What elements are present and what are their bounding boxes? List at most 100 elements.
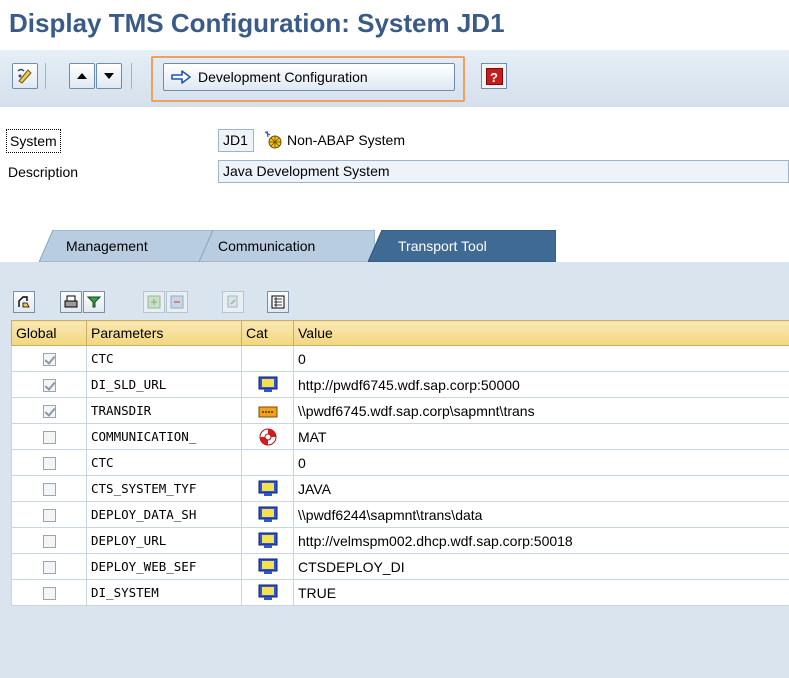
global-checkbox[interactable] <box>42 353 56 367</box>
system-parameter-icon <box>258 406 278 418</box>
layout-icon <box>271 295 285 309</box>
filter-button[interactable] <box>83 291 105 313</box>
display-change-button[interactable] <box>12 63 38 89</box>
move-down-button[interactable] <box>96 63 122 89</box>
parameter-cell: DI_SYSTEM <box>86 579 242 606</box>
description-field: Java Development System <box>218 160 789 183</box>
details-button[interactable] <box>13 291 35 313</box>
value-cell: \\pwdf6745.wdf.sap.corp\sapmnt\trans <box>293 397 789 424</box>
table-row[interactable]: CTS_SYSTEM_TYF JAVA <box>11 475 789 502</box>
global-checkbox[interactable] <box>42 379 56 393</box>
parameter-cell: COMMUNICATION_ <box>86 423 242 450</box>
move-down-icon <box>104 73 114 79</box>
value-cell: CTSDEPLOY_DI <box>293 553 789 580</box>
display-change-icon <box>17 68 32 84</box>
global-checkbox[interactable] <box>42 431 56 445</box>
tab-communication-label: Communication <box>218 238 316 254</box>
table-row[interactable]: TRANSDIR \\pwdf6745.wdf.sap.corp\sapmnt\t… <box>11 397 789 424</box>
filter-icon <box>87 296 101 308</box>
user-parameter-icon <box>258 584 278 602</box>
development-configuration-button[interactable]: Development Configuration <box>163 63 455 91</box>
cat-cell <box>241 475 294 502</box>
copy-icon <box>227 295 238 308</box>
column-header-global[interactable]: Global <box>11 320 87 346</box>
page-title: Display TMS Configuration: System JD1 <box>9 8 505 38</box>
parameter-cell: TRANSDIR <box>86 397 242 424</box>
global-checkbox[interactable] <box>42 457 56 471</box>
print-button[interactable] <box>60 291 82 313</box>
print-icon <box>64 295 78 308</box>
layout-button[interactable] <box>267 291 289 313</box>
global-cell <box>11 553 87 580</box>
table-row[interactable]: CTC 0 <box>11 345 789 372</box>
development-configuration-label: Development Configuration <box>198 69 368 85</box>
tab-management[interactable]: Management <box>39 230 214 262</box>
cat-cell <box>241 449 294 476</box>
help-icon: ? <box>485 67 503 85</box>
global-checkbox[interactable] <box>42 587 56 601</box>
user-parameter-icon <box>258 532 278 550</box>
global-cell <box>11 397 87 424</box>
expand-button[interactable] <box>143 291 165 313</box>
value-cell: \\pwdf6244\sapmnt\trans\data <box>293 501 789 528</box>
cat-cell <box>241 579 294 606</box>
cat-cell <box>241 501 294 528</box>
parameter-cell: DEPLOY_URL <box>86 527 242 554</box>
global-cell <box>11 345 87 372</box>
cat-cell <box>241 397 294 424</box>
global-cell <box>11 579 87 606</box>
tab-communication[interactable]: Communication <box>199 230 375 262</box>
value-cell: MAT <box>293 423 789 450</box>
cat-cell <box>241 371 294 398</box>
arrow-right-icon <box>171 70 191 84</box>
tab-transport-tool-label: Transport Tool <box>398 238 487 254</box>
global-checkbox[interactable] <box>42 535 56 549</box>
user-parameter-icon <box>258 480 278 498</box>
value-cell: 0 <box>293 345 789 372</box>
global-cell <box>11 371 87 398</box>
global-cell <box>11 501 87 528</box>
global-cell <box>11 475 87 502</box>
global-checkbox[interactable] <box>42 483 56 497</box>
global-cell <box>11 449 87 476</box>
system-label: System <box>6 129 61 153</box>
tab-transport-tool[interactable]: Transport Tool <box>368 230 556 262</box>
column-header-parameters[interactable]: Parameters <box>86 320 242 346</box>
value-cell: JAVA <box>293 475 789 502</box>
parameter-cell: DEPLOY_WEB_SEF <box>86 553 242 580</box>
table-row[interactable]: COMMUNICATION_ MAT <box>11 423 789 450</box>
global-cell <box>11 423 87 450</box>
parameter-cell: CTS_SYSTEM_TYF <box>86 475 242 502</box>
table-row[interactable]: DI_SLD_URL http://pwdf6745.wdf.sap.corp:5… <box>11 371 789 398</box>
cat-cell <box>241 527 294 554</box>
table-row[interactable]: DEPLOY_URL http://velmspm002.dhcp.wdf.sap… <box>11 527 789 554</box>
application-toolbar: Development Configuration ? <box>0 50 789 107</box>
move-up-button[interactable] <box>69 63 95 89</box>
global-checkbox[interactable] <box>42 509 56 523</box>
parameter-cell: CTC <box>86 449 242 476</box>
collapse-button[interactable] <box>166 291 188 313</box>
user-parameter-icon <box>258 506 278 524</box>
user-parameter-icon <box>258 376 278 394</box>
cat-cell <box>241 345 294 372</box>
global-checkbox[interactable] <box>42 561 56 575</box>
column-header-value[interactable]: Value <box>293 320 789 346</box>
copy-button[interactable] <box>222 291 244 313</box>
parameters-grid: Global Parameters Cat Value CTC 0 DI_SLD_U… <box>11 320 789 606</box>
table-row[interactable]: CTC 0 <box>11 449 789 476</box>
global-cell <box>11 527 87 554</box>
value-cell: http://pwdf6745.wdf.sap.corp:50000 <box>293 371 789 398</box>
table-row[interactable]: DEPLOY_WEB_SEF CTSDEPLOY_DI <box>11 553 789 580</box>
user-parameter-icon <box>258 558 278 576</box>
help-button[interactable]: ? <box>481 63 507 89</box>
details-icon <box>18 296 30 308</box>
parameter-cell: DEPLOY_DATA_SH <box>86 501 242 528</box>
table-row[interactable]: DI_SYSTEM TRUE <box>11 579 789 606</box>
global-checkbox[interactable] <box>42 405 56 419</box>
communication-icon <box>259 428 277 446</box>
table-row[interactable]: DEPLOY_DATA_SH \\pwdf6244\sapmnt\trans\da… <box>11 501 789 528</box>
parameter-cell: CTC <box>86 345 242 372</box>
expand-icon <box>147 295 161 309</box>
column-header-cat[interactable]: Cat <box>241 320 294 346</box>
value-cell: TRUE <box>293 579 789 606</box>
